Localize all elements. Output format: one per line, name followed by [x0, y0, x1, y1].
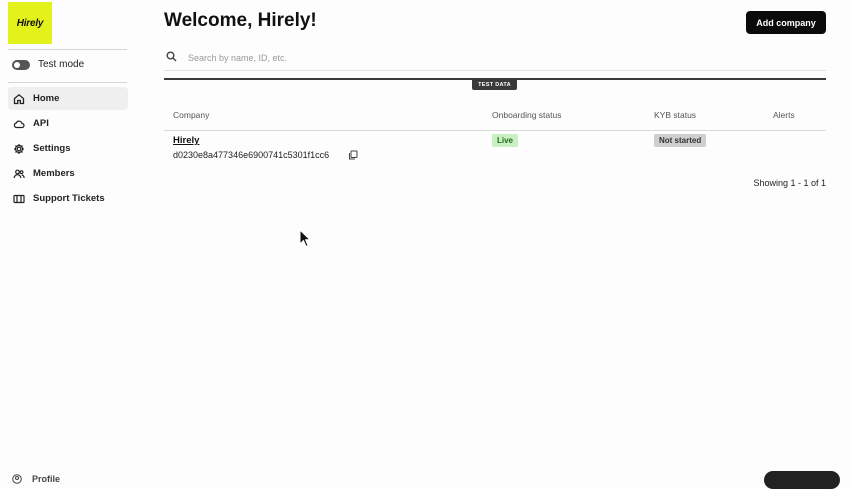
cloud-icon [13, 120, 25, 128]
brand-logo-text: Hirely [16, 17, 44, 29]
company-id: d0230e8a477346e6900741c5301f1cc6 [173, 150, 330, 160]
page-title: Welcome, Hirely! [164, 10, 317, 31]
test-mode-label: Test mode [38, 59, 85, 70]
users-icon [13, 169, 25, 178]
sidebar-nav: Home API Settings Members Support Ticket… [8, 87, 128, 212]
floating-action-button[interactable] [764, 471, 840, 489]
home-icon [13, 93, 25, 104]
column-header-company: Company [173, 110, 210, 120]
gear-icon [14, 143, 24, 154]
sidebar-item-home[interactable]: Home [8, 87, 128, 110]
sidebar-item-settings[interactable]: Settings [8, 137, 128, 160]
sidebar-item-label: Settings [33, 143, 71, 154]
sidebar-item-profile[interactable]: Profile [12, 474, 60, 484]
toggle-knob [14, 61, 20, 68]
add-company-button[interactable]: Add company [746, 11, 826, 34]
sidebar-item-api[interactable]: API [8, 112, 128, 135]
ticket-icon [13, 194, 25, 203]
test-data-badge: TEST DATA [472, 80, 517, 90]
column-header-kyb-status: KYB status [654, 110, 697, 120]
sidebar: Hirely Test mode Home API Settings Membe… [0, 0, 134, 484]
mouse-cursor-icon [299, 229, 311, 248]
sidebar-item-label: Home [33, 93, 60, 104]
kyb-status-badge: Not started [654, 134, 707, 147]
copy-icon[interactable] [348, 150, 358, 160]
test-mode-toggle[interactable] [12, 59, 30, 70]
profile-label: Profile [32, 474, 61, 484]
search-icon [166, 51, 177, 62]
sidebar-item-label: Members [33, 168, 75, 179]
company-name-link[interactable]: Hirely [173, 135, 199, 146]
sidebar-divider [8, 49, 127, 50]
test-mode-toggle-row[interactable]: Test mode [12, 59, 84, 70]
sidebar-item-members[interactable]: Members [8, 162, 128, 185]
search-input[interactable] [186, 49, 790, 67]
sidebar-item-support-tickets[interactable]: Support Tickets [8, 187, 128, 210]
sidebar-item-label: API [33, 118, 49, 129]
table-header-divider [164, 130, 826, 131]
sidebar-divider [8, 82, 127, 83]
pagination-summary: Showing 1 - 1 of 1 [753, 178, 826, 188]
search-bar [164, 48, 826, 71]
user-circle-icon [12, 474, 22, 484]
onboarding-status-badge: Live [492, 134, 519, 147]
column-header-alerts: Alerts [773, 110, 795, 120]
brand-logo[interactable]: Hirely [8, 2, 52, 44]
column-header-onboarding-status: Onboarding status [492, 110, 562, 120]
sidebar-item-label: Support Tickets [33, 193, 105, 204]
